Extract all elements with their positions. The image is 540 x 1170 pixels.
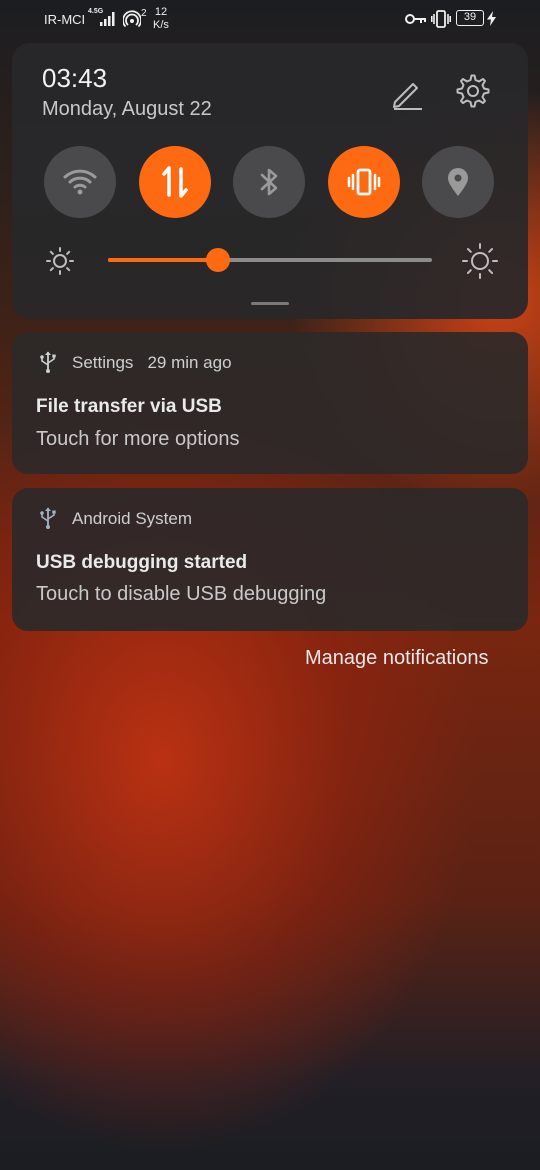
panel-drag-handle[interactable]: [251, 302, 289, 305]
battery-icon: 39: [456, 10, 484, 26]
edit-icon[interactable]: [390, 76, 424, 110]
vibrate-icon: [431, 10, 451, 28]
brightness-slider-fill: [108, 258, 219, 262]
notification-body: Touch to disable USB debugging: [36, 583, 327, 605]
status-bar: IR-MCI 4.5G 2 12 K/s 39: [0, 0, 540, 40]
vibrate-icon: [347, 168, 381, 196]
notification-title: File transfer via USB: [36, 396, 222, 417]
vpn-key-icon: [405, 14, 426, 24]
notification-card[interactable]: Settings 29 min ago File transfer via USB…: [12, 332, 528, 474]
usb-icon: [40, 351, 56, 373]
notification-app-name: Android System: [72, 509, 192, 528]
notification-header: Settings 29 min ago: [72, 353, 232, 373]
brightness-slider-thumb[interactable]: [206, 248, 231, 272]
notification-card[interactable]: Android System USB debugging started Tou…: [12, 488, 528, 631]
speed-value: 12: [154, 6, 168, 18]
brightness-high-icon: [462, 243, 498, 279]
notification-app-name: Settings: [72, 353, 134, 372]
hotspot-count: 2: [141, 8, 147, 19]
signal-icon: [100, 12, 115, 26]
bluetooth-toggle[interactable]: [233, 146, 305, 218]
network-speed: 12 K/s: [153, 6, 169, 32]
gear-icon[interactable]: [455, 73, 491, 109]
location-toggle[interactable]: [422, 146, 494, 218]
quick-settings-panel: 03:43 Monday, August 22: [12, 43, 528, 319]
charging-icon: [487, 11, 496, 26]
notification-title: USB debugging started: [36, 552, 248, 573]
manage-notifications-button[interactable]: Manage notifications: [305, 647, 488, 670]
notification-body: Touch for more options: [36, 428, 240, 450]
hotspot-icon: [123, 10, 141, 28]
notification-time: 29 min ago: [147, 353, 232, 372]
notification-header: Android System: [72, 509, 192, 529]
usb-icon: [40, 507, 56, 529]
wifi-icon: [63, 169, 97, 195]
speed-unit: K/s: [153, 19, 169, 31]
clock: 03:43: [42, 63, 108, 93]
date-label: Monday, August 22: [42, 98, 212, 120]
bluetooth-icon: [260, 168, 278, 196]
location-icon: [448, 168, 468, 196]
brightness-low-icon: [46, 247, 74, 275]
brightness-slider[interactable]: [108, 248, 432, 272]
mobile-data-toggle[interactable]: [139, 146, 211, 218]
vibrate-toggle[interactable]: [328, 146, 400, 218]
mobile-data-icon: [162, 166, 188, 198]
wifi-toggle[interactable]: [44, 146, 116, 218]
carrier-label: IR-MCI: [44, 12, 86, 27]
